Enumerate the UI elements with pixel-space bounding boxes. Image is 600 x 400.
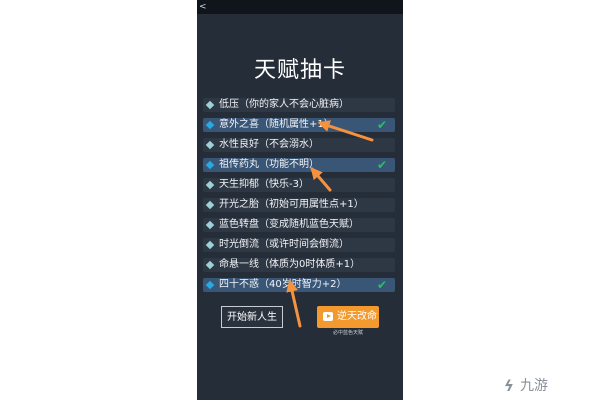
watermark-text: 九游 — [520, 378, 548, 394]
page-title: 天赋抽卡 — [253, 58, 346, 83]
reverse-fate-button[interactable]: 逆天改命 — [317, 306, 379, 328]
video-ad-icon — [323, 312, 333, 321]
talent-label: 蓝色转盘（变成随机蓝色天赋） — [219, 219, 359, 230]
talent-label: 水性良好（不会溺水） — [219, 139, 319, 150]
game-screen: < 天赋抽卡 低压（你的家人不会心脏病） 意外之喜（随机属性+1） ✔ 水性良好（不会… — [197, 0, 403, 400]
talent-row[interactable]: 四十不惑（40岁时智力+2） ✔ — [203, 278, 395, 292]
checkmark-icon: ✔ — [376, 118, 387, 132]
talent-row[interactable]: 水性良好（不会溺水） — [203, 138, 395, 152]
checkmark-icon: ✔ — [376, 278, 387, 292]
talent-label: 四十不惑（40岁时智力+2） — [219, 279, 347, 290]
back-icon[interactable]: < — [199, 2, 207, 12]
reverse-fate-subtitle: 必中蓝色天赋 — [332, 330, 363, 336]
reverse-fate-label: 逆天改命 — [337, 311, 377, 322]
talent-row[interactable]: 祖传药丸（功能不明） ✔ — [203, 158, 395, 172]
talent-row[interactable]: 低压（你的家人不会心脏病） — [203, 98, 395, 112]
diamond-bullet-icon — [205, 240, 215, 250]
status-bar: < — [197, 0, 403, 14]
talent-row[interactable]: 时光倒流（或许时间会倒流） — [203, 238, 395, 252]
talent-label: 低压（你的家人不会心脏病） — [219, 99, 349, 110]
start-new-life-button[interactable]: 开始新人生 — [221, 306, 283, 328]
talent-label: 时光倒流（或许时间会倒流） — [219, 239, 349, 250]
diamond-bullet-icon — [205, 120, 215, 130]
talent-row[interactable]: 蓝色转盘（变成随机蓝色天赋） — [203, 218, 395, 232]
talent-label: 开光之胎（初始可用属性点+1） — [219, 199, 364, 210]
diamond-bullet-icon — [205, 200, 215, 210]
talent-row[interactable]: 命悬一线（体质为0时体质+1） — [203, 258, 395, 272]
diamond-bullet-icon — [205, 160, 215, 170]
jiuyou-logo-icon: ϟ — [504, 377, 514, 395]
talent-label: 天生抑郁（快乐-3） — [219, 179, 309, 190]
diamond-bullet-icon — [205, 180, 215, 190]
diamond-bullet-icon — [205, 260, 215, 270]
talent-row[interactable]: 天生抑郁（快乐-3） — [203, 178, 395, 192]
talent-label: 意外之喜（随机属性+1） — [219, 119, 334, 130]
talent-row[interactable]: 开光之胎（初始可用属性点+1） — [203, 198, 395, 212]
diamond-bullet-icon — [205, 280, 215, 290]
diamond-bullet-icon — [205, 140, 215, 150]
talent-row[interactable]: 意外之喜（随机属性+1） ✔ — [203, 118, 395, 132]
diamond-bullet-icon — [205, 100, 215, 110]
talent-label: 命悬一线（体质为0时体质+1） — [219, 259, 361, 270]
diamond-bullet-icon — [205, 220, 215, 230]
talent-label: 祖传药丸（功能不明） — [219, 159, 319, 170]
checkmark-icon: ✔ — [376, 158, 387, 172]
